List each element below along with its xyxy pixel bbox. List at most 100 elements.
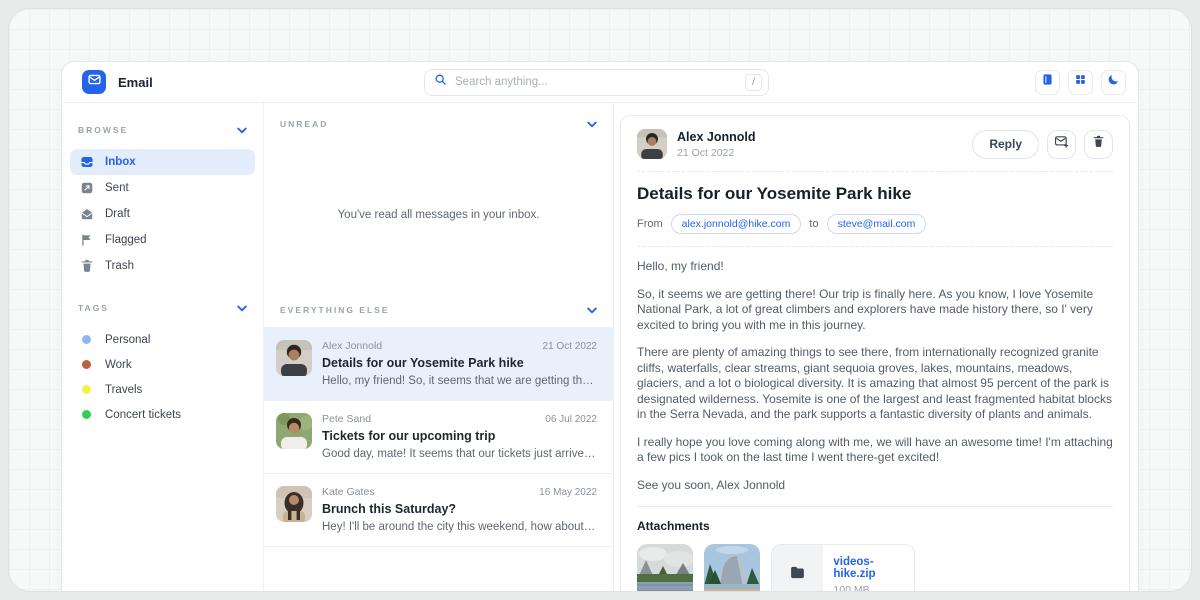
to-email-chip[interactable]: steve@mail.com <box>827 214 927 234</box>
topbar: Email / <box>62 62 1138 103</box>
tag-item-concert-tickets[interactable]: Concert tickets <box>70 402 255 427</box>
tags-list: Personal Work Travels Concert tickets <box>62 323 263 427</box>
attachments-row: videos-hike.zip 100 MB <box>637 544 1113 592</box>
attachment-photo-yosemite-valley[interactable] <box>637 544 693 592</box>
unread-label: UNREAD <box>280 119 328 129</box>
chevron-down-icon[interactable] <box>237 299 247 317</box>
app-logo <box>82 70 106 94</box>
mail-list-item[interactable]: Kate Gates 16 May 2022 Brunch this Satur… <box>264 473 613 547</box>
tags-label: TAGS <box>78 303 109 313</box>
body-paragraph: Hello, my friend! <box>637 259 1113 275</box>
reading-list-button[interactable] <box>1035 70 1060 95</box>
everything-else-section-header[interactable]: EVERYTHING ELSE <box>264 289 613 327</box>
mail-preview: Hello, my friend! So, it seems that we a… <box>322 375 597 387</box>
dark-mode-button[interactable] <box>1101 70 1126 95</box>
topbar-actions <box>1035 70 1126 95</box>
mail-date: 21 Oct 2022 <box>543 341 597 352</box>
avatar <box>276 413 312 449</box>
mail-list-item[interactable]: Alex Jonnold 21 Oct 2022 Details for our… <box>264 327 613 400</box>
tag-label: Concert tickets <box>105 409 181 421</box>
divider <box>637 171 1113 172</box>
chevron-down-icon[interactable] <box>587 115 597 133</box>
attachment-photo-half-dome[interactable] <box>704 544 760 592</box>
search-bar[interactable]: / <box>424 69 769 96</box>
mail-subject: Tickets for our upcoming trip <box>322 429 597 443</box>
mail-body: Hello, my friend! So, it seems we are ge… <box>637 259 1113 493</box>
sidebar-item-label: Inbox <box>105 156 136 168</box>
browse-section-header[interactable]: BROWSE <box>62 115 263 145</box>
unread-empty-message: You've read all messages in your inbox. <box>264 141 613 289</box>
sidebar-item-label: Draft <box>105 208 130 220</box>
chevron-down-icon[interactable] <box>587 301 597 319</box>
mail-preview: Hey! I'll be around the city this weeken… <box>322 521 597 533</box>
sidebar-item-flagged[interactable]: Flagged <box>70 227 255 253</box>
grid-icon <box>1074 73 1087 91</box>
body-paragraph: See you soon, Alex Jonnold <box>637 478 1113 494</box>
folder-icon <box>772 545 823 592</box>
tag-label: Travels <box>105 384 142 396</box>
mail-subject: Brunch this Saturday? <box>322 502 597 516</box>
from-email-chip[interactable]: alex.jonnold@hike.com <box>671 214 802 234</box>
tag-label: Personal <box>105 334 150 346</box>
unread-section-header[interactable]: UNREAD <box>264 103 613 141</box>
page-background: Email / <box>8 8 1192 592</box>
email-app-window: Email / <box>61 61 1139 592</box>
sidebar-item-label: Sent <box>105 182 129 194</box>
sidebar-item-label: Trash <box>105 260 134 272</box>
to-label: to <box>809 218 818 230</box>
mail-sender: Alex Jonnold <box>322 340 382 352</box>
chevron-down-icon[interactable] <box>237 121 247 139</box>
sidebar-item-sent[interactable]: Sent <box>70 175 255 201</box>
search-input[interactable] <box>455 76 737 88</box>
forward-button[interactable] <box>1047 130 1076 159</box>
mail-sender: Kate Gates <box>322 486 375 498</box>
attachment-file-name[interactable]: videos-hike.zip <box>833 556 904 580</box>
avatar <box>276 340 312 376</box>
body-paragraph: There are plenty of amazing things to se… <box>637 345 1113 423</box>
mail-sender: Pete Sand <box>322 413 371 425</box>
search-shortcut-badge: / <box>745 74 762 91</box>
tag-item-travels[interactable]: Travels <box>70 377 255 402</box>
browse-nav: Inbox Sent Draft <box>62 145 263 279</box>
body-paragraph: I really hope you love coming along with… <box>637 435 1113 466</box>
from-label: From <box>637 218 663 230</box>
book-icon <box>1041 73 1054 91</box>
body-paragraph: So, it seems we are getting there! Our t… <box>637 287 1113 334</box>
attachment-file-card[interactable]: videos-hike.zip 100 MB <box>771 544 915 592</box>
sidebar-item-inbox[interactable]: Inbox <box>70 149 255 175</box>
mail-list-item[interactable]: Pete Sand 06 Jul 2022 Tickets for our up… <box>264 400 613 473</box>
mail-preview: Good day, mate! It seems that our ticket… <box>322 448 597 460</box>
trash-icon <box>80 259 94 273</box>
tag-item-personal[interactable]: Personal <box>70 327 255 352</box>
sidebar-item-draft[interactable]: Draft <box>70 201 255 227</box>
detail-sender-name: Alex Jonnold <box>677 130 755 144</box>
delete-button[interactable] <box>1084 130 1113 159</box>
envelope-icon <box>88 73 101 91</box>
attachments-label: Attachments <box>637 519 1113 533</box>
attachment-file-size: 100 MB <box>833 584 904 592</box>
moon-icon <box>1107 73 1120 91</box>
avatar <box>276 486 312 522</box>
reply-button[interactable]: Reply <box>972 130 1039 159</box>
tag-item-work[interactable]: Work <box>70 352 255 377</box>
trash-icon <box>1092 135 1105 153</box>
apps-grid-button[interactable] <box>1068 70 1093 95</box>
tag-color-dot <box>82 360 91 369</box>
divider <box>637 246 1113 247</box>
tags-section-header[interactable]: TAGS <box>62 293 263 323</box>
sidebar-item-trash[interactable]: Trash <box>70 253 255 279</box>
mail-detail-card: Alex Jonnold 21 Oct 2022 Reply <box>620 115 1130 592</box>
tag-label: Work <box>105 359 132 371</box>
envelope-plus-icon <box>1054 134 1069 154</box>
mail-subject: Details for our Yosemite Park hike <box>322 356 597 370</box>
tag-color-dot <box>82 335 91 344</box>
sidebar: BROWSE Inbox <box>62 103 264 592</box>
draft-icon <box>80 207 94 221</box>
search-icon <box>434 73 447 91</box>
mail-date: 16 May 2022 <box>539 487 597 498</box>
mail-list-panel: UNREAD You've read all messages in your … <box>264 103 614 592</box>
sidebar-item-label: Flagged <box>105 234 147 246</box>
sent-icon <box>80 181 94 195</box>
detail-date: 21 Oct 2022 <box>677 147 755 159</box>
tag-color-dot <box>82 385 91 394</box>
